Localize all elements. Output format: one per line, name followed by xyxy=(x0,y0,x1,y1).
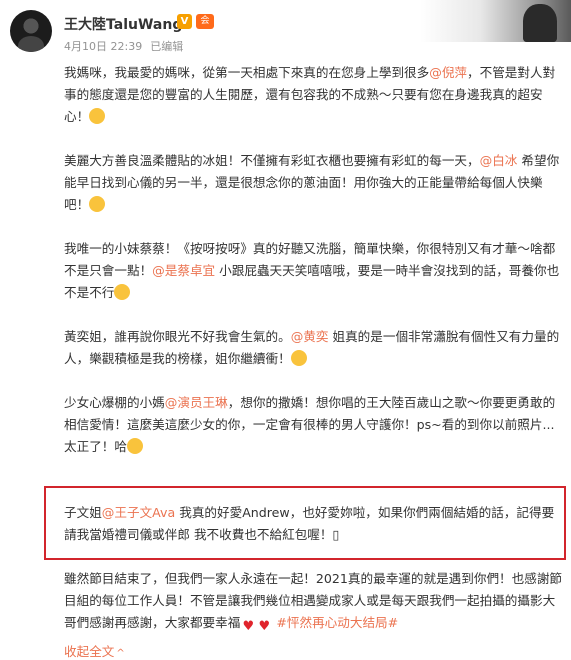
post-text: 少女心爆棚的小媽 xyxy=(64,395,165,410)
paragraph-7: 雖然節目結束了，但我們一家人永遠在一起！2021真的最幸運的就是遇到你們！也感謝… xyxy=(64,568,564,635)
mention-link[interactable]: @白冰 xyxy=(480,153,518,168)
paragraph-1: 我媽咪，我最愛的媽咪，從第一天相處下來真的在您身上學到很多@倪萍，不管是對人對事… xyxy=(64,62,564,128)
username[interactable]: 王大陸TaluWang xyxy=(64,14,182,34)
profile-banner-image xyxy=(420,0,571,42)
post-text: 我媽咪，我最愛的媽咪，從第一天相處下來真的在您身上學到很多 xyxy=(64,65,430,80)
collapse-text-label: 收起全文 xyxy=(64,644,115,659)
cool-emoji-icon xyxy=(114,284,131,300)
highlight-box xyxy=(44,486,566,560)
red-heart-emoji-icon xyxy=(240,619,256,635)
collapse-text-link[interactable]: 收起全文 ^ xyxy=(64,641,125,660)
post-date[interactable]: 4月10日 22:39 xyxy=(64,40,142,53)
chevron-up-icon: ^ xyxy=(116,648,125,659)
post-text: 美麗大方善良溫柔體貼的冰姐！不僅擁有彩虹衣櫃也要擁有彩虹的每一天， xyxy=(64,153,480,168)
verified-badge-icon: V xyxy=(177,14,192,29)
member-badge-icon: 会 xyxy=(196,14,214,29)
smile-emoji-icon xyxy=(89,108,106,124)
paragraph-2: 美麗大方善良溫柔體貼的冰姐！不僅擁有彩虹衣櫃也要擁有彩虹的每一天，@白冰 希望你… xyxy=(64,150,564,216)
post-text: 黃奕姐，誰再說你眼光不好我會生氣的。 xyxy=(64,329,291,344)
edited-label: 已编辑 xyxy=(150,40,184,53)
hashtag-link[interactable]: #怦然再心动大结局# xyxy=(276,615,398,630)
mention-link[interactable]: @黄奕 xyxy=(291,329,329,344)
post-meta: 4月10日 22:39 已编辑 xyxy=(64,38,183,54)
red-heart-emoji-icon xyxy=(256,619,272,635)
smile-emoji-icon xyxy=(290,350,307,366)
paragraph-4: 黃奕姐，誰再說你眼光不好我會生氣的。@黄奕 姐真的是一個非常瀟脫有個性又有力量的… xyxy=(64,326,564,370)
post-header: 王大陸TaluWang V 会 4月10日 22:39 已编辑 xyxy=(0,0,571,62)
paragraph-5: 少女心爆棚的小媽@演员王琳，想你的撒嬌！想你唱的王大陸百歲山之歌～你要更勇敢的相… xyxy=(64,392,564,458)
avatar[interactable] xyxy=(10,10,52,52)
mention-link[interactable]: @演员王琳 xyxy=(165,395,228,410)
paragraph-3: 我唯一的小妹蔡蔡！《按呀按呀》真的好聽又洗腦，簡單快樂，你很特別又有才華～啥都不… xyxy=(64,238,564,304)
mention-link[interactable]: @倪萍 xyxy=(429,65,467,80)
grin-emoji-icon xyxy=(89,196,106,212)
mention-link[interactable]: @是蔡卓宜 xyxy=(152,263,215,278)
heart-eyes-emoji-icon xyxy=(126,438,143,454)
